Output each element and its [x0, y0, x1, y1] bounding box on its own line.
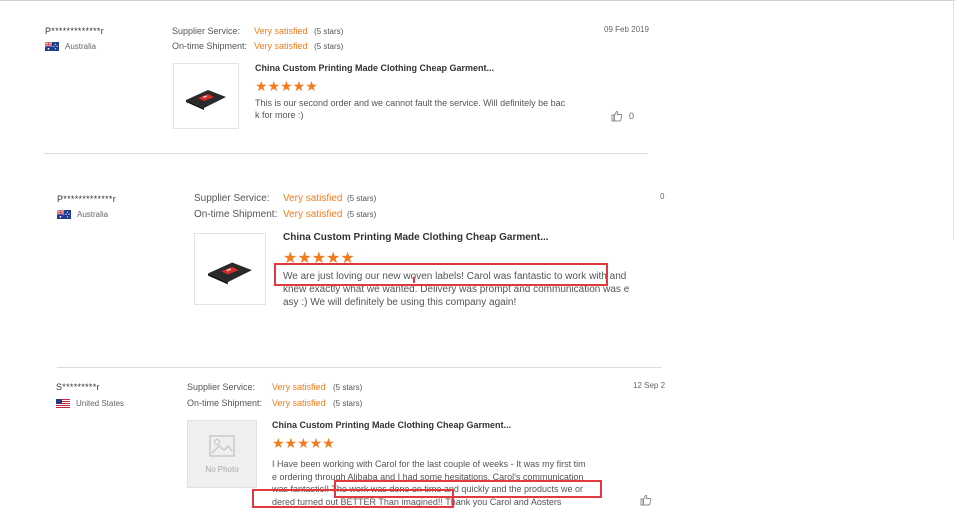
product-title-link[interactable]: China Custom Printing Made Clothing Chea…: [272, 420, 511, 430]
shipment-stars: (5 stars): [347, 210, 377, 219]
woven-label-image: [186, 90, 226, 110]
united-states-flag-icon: [56, 399, 70, 408]
product-title-link[interactable]: China Custom Printing Made Clothing Chea…: [283, 232, 549, 243]
review-divider: [44, 153, 648, 154]
product-title-link[interactable]: China Custom Printing Made Clothing Chea…: [255, 63, 494, 73]
top-border: [0, 0, 955, 1]
supplier-service-label: Supplier Service:: [172, 26, 241, 36]
country-label: Australia: [65, 42, 97, 51]
shipment-label: On-time Shipment:: [172, 41, 248, 51]
review-text-line: asy :) We will definitely be using this …: [283, 297, 517, 308]
reviewer-name: P*************r: [57, 194, 117, 204]
shipment-stars: (5 stars): [314, 42, 344, 51]
product-thumbnail-placeholder[interactable]: No Photo: [187, 420, 257, 488]
like-button[interactable]: [640, 494, 652, 506]
supplier-service-label: Supplier Service:: [187, 382, 256, 392]
reviewer-country: Australia: [57, 210, 108, 219]
country-label: Australia: [77, 210, 109, 219]
rating-stars: ★★★★★: [272, 435, 335, 451]
shipment-value: Very satisfied: [272, 398, 326, 408]
image-placeholder-icon: [209, 434, 235, 457]
highlight-box: [274, 263, 608, 286]
review-divider: [57, 367, 662, 368]
right-border: [953, 0, 954, 240]
woven-label-image: [208, 262, 252, 285]
supplier-service-label: Supplier Service:: [194, 193, 270, 204]
country-label: United States: [76, 399, 125, 408]
supplier-service-stars: (5 stars): [314, 27, 344, 36]
review-text-line: I Have been working with Carol for the l…: [272, 459, 586, 469]
supplier-service-value: Very satisfied: [254, 26, 308, 36]
australia-flag-icon: [45, 42, 59, 51]
review-text: This is our second order and we cannot f…: [255, 98, 585, 121]
australia-flag-icon: [57, 210, 71, 219]
product-thumbnail[interactable]: [194, 233, 266, 305]
shipment-label: On-time Shipment:: [187, 398, 263, 408]
supplier-service-stars: (5 stars): [333, 383, 363, 392]
shipment-value: Very satisfied: [254, 41, 308, 51]
rating-stars: ★★★★★: [255, 78, 318, 94]
shipment-label: On-time Shipment:: [194, 209, 278, 220]
thumbs-up-icon: [611, 110, 623, 122]
supplier-service-value: Very satisfied: [272, 382, 326, 392]
like-button[interactable]: 0: [611, 110, 634, 122]
reviewer-country: United States: [56, 399, 124, 408]
review-date: 12 Sep 2: [633, 381, 666, 390]
review-date: 0: [660, 192, 665, 201]
shipment-value: Very satisfied: [283, 209, 343, 220]
highlight-tick: [413, 277, 415, 283]
thumbs-up-icon: [640, 494, 652, 506]
shipment-stars: (5 stars): [333, 399, 363, 408]
reviewer-name: P*************r: [45, 26, 105, 36]
product-thumbnail[interactable]: [173, 63, 239, 129]
reviewer-name: S*********r: [56, 382, 100, 392]
supplier-service-value: Very satisfied: [283, 193, 343, 204]
supplier-service-stars: (5 stars): [347, 194, 377, 203]
reviewer-country: Australia: [45, 42, 96, 51]
highlight-box: [252, 489, 454, 508]
review-text-line: k for more :): [255, 109, 304, 120]
review-date: 09 Feb 2019: [604, 25, 649, 34]
no-photo-label: No Photo: [205, 464, 239, 474]
review-text-line: This is our second order and we cannot f…: [255, 98, 566, 108]
like-count: 0: [629, 111, 635, 121]
